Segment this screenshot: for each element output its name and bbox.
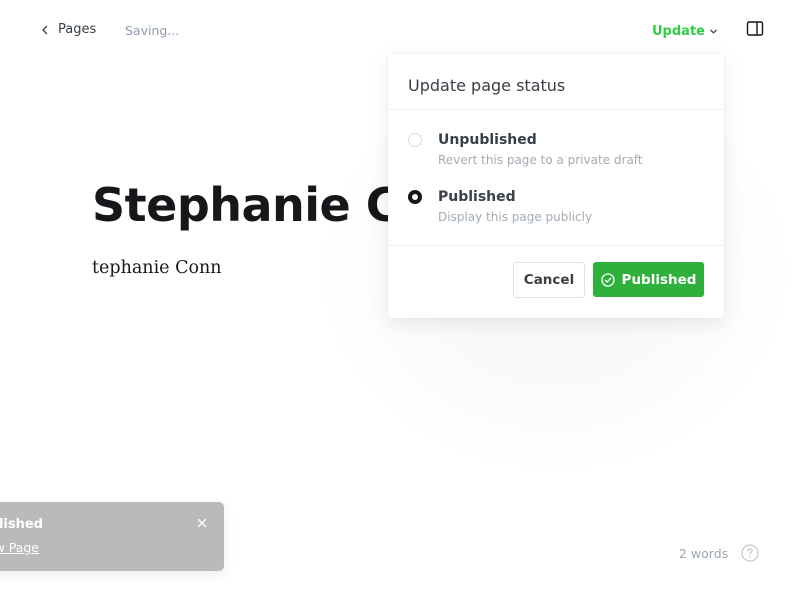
published-button[interactable]: Published <box>593 262 704 297</box>
view-page-link[interactable]: View Page <box>0 540 39 555</box>
popover-title: Update page status <box>388 54 724 110</box>
word-count: 2 words <box>679 546 729 561</box>
save-status: Saving... <box>125 23 180 38</box>
popover-divider <box>388 245 724 246</box>
help-icon[interactable] <box>741 544 759 562</box>
editor-page: Pages Saving... Update Stephanie Conn te… <box>0 0 800 600</box>
chevron-left-icon <box>42 25 48 34</box>
publish-popover: Update page status Unpublished Revert th… <box>388 54 724 318</box>
published-description: Display this page publicly <box>438 210 593 224</box>
update-dropdown-button[interactable]: Update <box>652 24 718 39</box>
unpublished-label: Unpublished <box>438 132 537 148</box>
sidebar-toggle-icon[interactable] <box>746 20 764 38</box>
post-body[interactable]: tephanie Conn <box>92 258 222 278</box>
published-radio[interactable] <box>408 190 422 204</box>
published-option[interactable]: Published Display this page publicly <box>408 189 592 224</box>
published-label: Published <box>438 189 516 205</box>
published-button-label: Published <box>621 271 697 288</box>
unpublished-description: Revert this page to a private draft <box>438 153 643 167</box>
toast-title: Published <box>0 517 43 532</box>
back-link-label: Pages <box>58 22 97 37</box>
update-label: Update <box>652 24 705 39</box>
back-to-pages-link[interactable]: Pages <box>40 22 96 37</box>
unpublished-radio[interactable] <box>408 133 422 147</box>
check-circle-icon <box>600 272 615 287</box>
cancel-button[interactable]: Cancel <box>513 262 585 298</box>
close-icon[interactable] <box>197 518 207 528</box>
notification-toast: Published View Page <box>0 502 224 571</box>
chevron-down-icon <box>710 29 717 34</box>
unpublished-option[interactable]: Unpublished Revert this page to a privat… <box>408 132 643 167</box>
